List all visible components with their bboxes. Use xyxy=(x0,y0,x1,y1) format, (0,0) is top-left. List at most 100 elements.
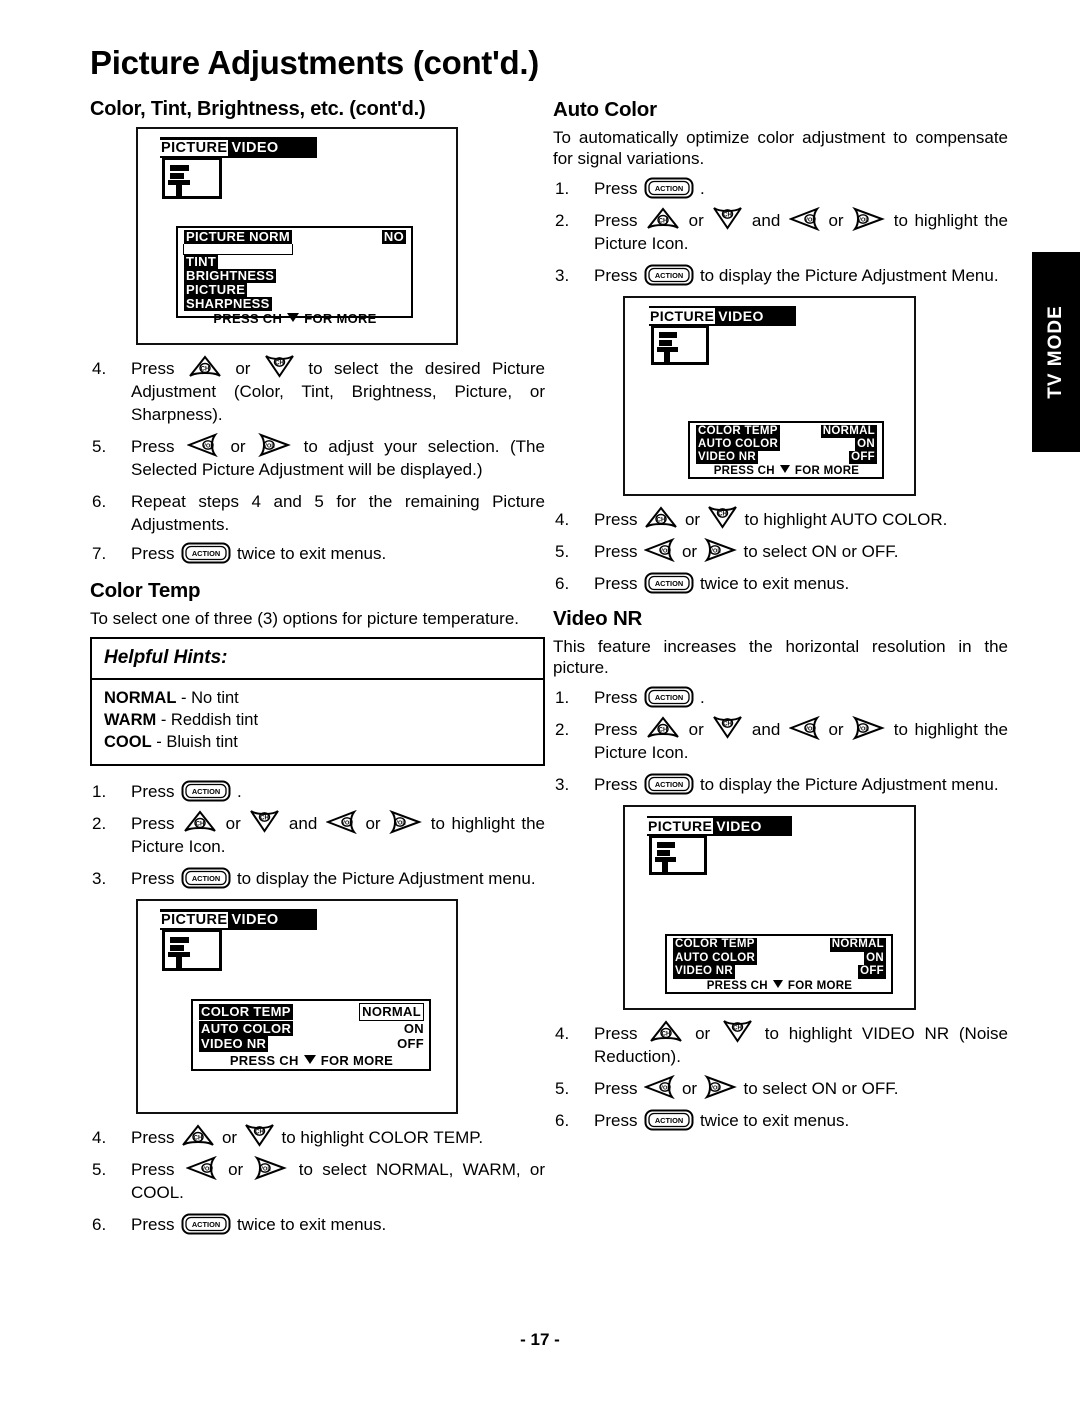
hint-line: NORMAL - No tint xyxy=(104,687,531,709)
osd-banner-highlight: PICTURE xyxy=(160,911,229,928)
ch-down-button-icon: CH xyxy=(244,1122,275,1147)
step-conjunction: or xyxy=(688,211,704,230)
step-text: Press xyxy=(131,359,175,378)
action-button-icon: ACTION xyxy=(644,773,694,795)
osd-row-label: AUTO COLOR xyxy=(673,951,758,965)
chevron-down-icon xyxy=(779,465,790,473)
step-number: 6. xyxy=(92,1215,107,1234)
osd-row-value: NO xyxy=(381,229,406,244)
osd-row-label: VIDEO NR xyxy=(673,965,735,979)
vol-right-button-icon: VOL xyxy=(254,1155,288,1180)
svg-text:ACTION: ACTION xyxy=(192,787,220,796)
step-number: 5. xyxy=(555,542,570,561)
step-item: 3. Press ACTION to display the Picture Ad… xyxy=(553,264,1008,287)
osd-illustration-video-nr: PICTURE VIDEO COLOR TEMP NORMAL AUTO COLO… xyxy=(553,805,1008,1010)
osd-illustration-color-temp: PICTURE VIDEO COLOR TEMP NORMAL AUTO COLO… xyxy=(90,899,545,1114)
svg-text:ACTION: ACTION xyxy=(192,1220,220,1229)
action-button-icon: ACTION xyxy=(181,780,231,802)
ch-up-button-icon: CH xyxy=(188,354,222,379)
svg-text:VOL: VOL xyxy=(804,217,816,223)
svg-text:ACTION: ACTION xyxy=(192,874,220,883)
step-text-tail: twice to exit menus. xyxy=(236,1215,387,1234)
step-item: 5. Press VOL or VOL to adjust your select… xyxy=(90,432,545,481)
step-text: Press xyxy=(594,1111,638,1130)
step-text: Press xyxy=(131,869,175,888)
section-heading-color-temp: Color Temp xyxy=(90,579,201,602)
steps-list-color-temp-before: 1. Press ACTION . 2. Press CH or CH and VO… xyxy=(90,780,545,890)
svg-text:VOL: VOL xyxy=(201,1166,213,1172)
osd-footer-left: PRESS CH xyxy=(213,311,283,326)
svg-text:CH: CH xyxy=(659,218,668,224)
step-number: 3. xyxy=(555,266,570,285)
step-item: 6. Press ACTION twice to exit menus. xyxy=(553,572,1008,595)
step-text: Press xyxy=(594,542,638,561)
section-heading-color-tint: Color, Tint, Brightness, etc. (cont'd.) xyxy=(90,98,426,120)
steps-list-video-nr-before: 1. Press ACTION . 2. Press CH or CH and VO… xyxy=(553,686,1008,796)
step-number: 5. xyxy=(555,1079,570,1098)
step-item: 2. Press CH or CH and VOL or VOL to highl… xyxy=(553,206,1008,255)
steps-list-video-nr-after: 4. Press CH or CH to highlight VIDEO NR (… xyxy=(553,1019,1008,1132)
helpful-hints-body: NORMAL - No tint WARM - Reddish tint COO… xyxy=(92,680,543,764)
svg-text:VOL: VOL xyxy=(260,1166,272,1172)
osd-row-value: ON xyxy=(864,951,886,965)
step-text: Press xyxy=(594,688,638,707)
step-text: Press xyxy=(594,211,638,230)
hint-desc: - Reddish tint xyxy=(156,711,259,729)
step-text-tail: . xyxy=(236,782,242,801)
svg-text:VOL: VOL xyxy=(857,726,869,732)
osd-banner-plain: VIDEO xyxy=(718,308,764,324)
step-number: 5. xyxy=(92,1160,107,1179)
osd-row-value: OFF xyxy=(397,1036,424,1051)
step-conjunction: or xyxy=(681,542,698,561)
vol-right-button-icon: VOL xyxy=(704,537,737,562)
step-text: Press xyxy=(594,179,638,198)
step-text-tail: . xyxy=(699,179,705,198)
section-intro-color-temp: To select one of three (3) options for p… xyxy=(90,609,520,628)
step-item: 4. Press CH or CH to highlight VIDEO NR (… xyxy=(553,1019,1008,1068)
vol-left-button-icon: VOL xyxy=(185,1155,217,1180)
step-item: 6. Repeat steps 4 and 5 for the remaining… xyxy=(90,490,545,536)
hint-desc: - No tint xyxy=(176,689,239,707)
step-text-tail: to highlight COLOR TEMP. xyxy=(281,1128,484,1147)
osd-row-value: OFF xyxy=(849,451,877,464)
svg-text:VOL: VOL xyxy=(341,820,353,826)
osd-row-value: OFF xyxy=(858,965,886,979)
vol-right-button-icon: VOL xyxy=(389,809,423,834)
helpful-hints-box: Helpful Hints: NORMAL - No tint WARM - R… xyxy=(90,637,545,766)
step-number: 1. xyxy=(92,782,107,801)
step-text: Press xyxy=(594,1024,638,1043)
osd-row-label: PICTURE NORM xyxy=(184,229,292,244)
osd-banner-highlight: PICTURE xyxy=(160,139,229,156)
osd-row-label: AUTO COLOR xyxy=(696,438,781,451)
step-number: 1. xyxy=(555,688,570,707)
step-number: 3. xyxy=(92,869,107,888)
hint-term: NORMAL xyxy=(104,689,177,707)
osd-row-label: SHARPNESS xyxy=(184,296,272,311)
chevron-down-icon xyxy=(287,313,300,322)
svg-text:VOL: VOL xyxy=(709,1085,721,1091)
vol-right-button-icon: VOL xyxy=(704,1074,737,1099)
osd-footer-left: PRESS CH xyxy=(713,465,775,477)
step-number: 1. xyxy=(555,179,570,198)
osd-row-label: AUTO COLOR xyxy=(199,1020,294,1036)
osd-footer-right: FOR MORE xyxy=(320,1052,394,1068)
step-item: 4. Press CH or CH to select the desired P… xyxy=(90,354,545,426)
step-conjunction-3: or xyxy=(828,720,844,739)
step-number: 4. xyxy=(92,1128,107,1147)
svg-text:CH: CH xyxy=(723,721,732,727)
ch-up-button-icon: CH xyxy=(646,715,680,740)
action-button-icon: ACTION xyxy=(181,1213,231,1235)
step-text: Press xyxy=(131,1160,175,1179)
section-heading-auto-color: Auto Color xyxy=(553,98,657,121)
step-item: 5. Press VOL or VOL to select NORMAL, WAR… xyxy=(90,1155,545,1204)
svg-text:CH: CH xyxy=(201,366,210,372)
svg-text:VOL: VOL xyxy=(263,443,275,449)
osd-row-label: VIDEO NR xyxy=(696,451,758,464)
step-item: 4. Press CH or CH to highlight AUTO COLOR… xyxy=(553,505,1008,531)
steps-list-color-temp-after: 4. Press CH or CH to highlight COLOR TEMP… xyxy=(90,1123,545,1236)
step-conjunction: or xyxy=(681,1079,698,1098)
action-button-icon: ACTION xyxy=(644,686,694,708)
step-item: 4. Press CH or CH to highlight COLOR TEMP… xyxy=(90,1123,545,1149)
step-text: Press xyxy=(594,720,638,739)
step-item: 3. Press ACTION to display the Picture Ad… xyxy=(90,867,545,890)
